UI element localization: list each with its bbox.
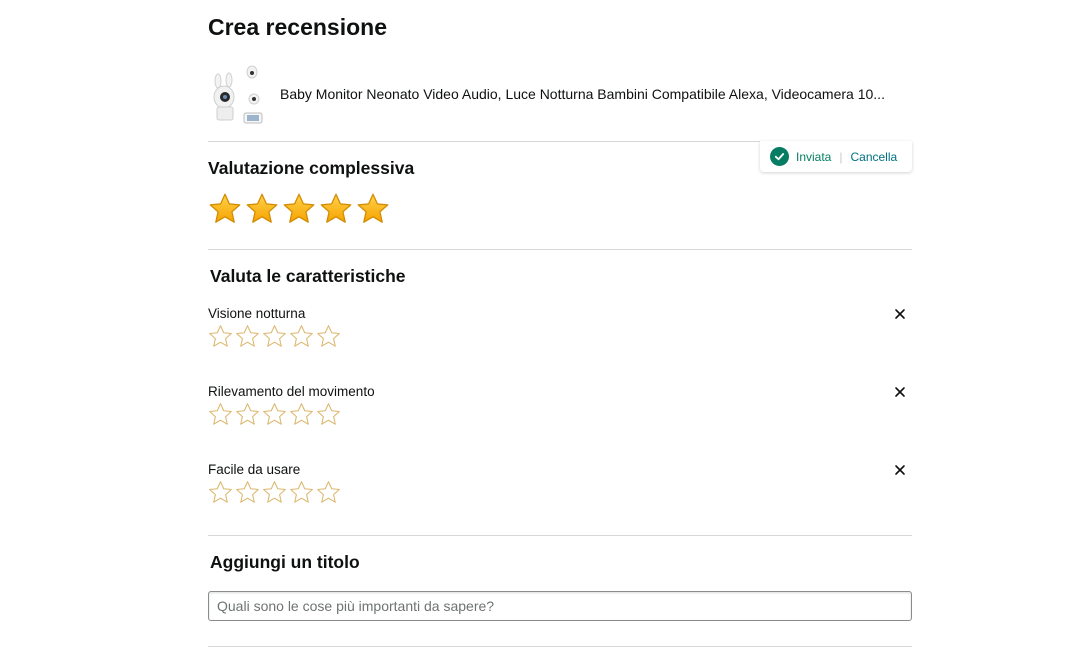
star-outline-icon[interactable] <box>262 480 287 505</box>
star-outline-icon[interactable] <box>262 402 287 427</box>
star-outline-icon[interactable] <box>262 324 287 349</box>
product-name[interactable]: Baby Monitor Neonato Video Audio, Luce N… <box>280 86 902 102</box>
star-outline-icon[interactable] <box>235 402 260 427</box>
review-page: Crea recensione Baby Monitor Neonato Vid… <box>0 0 1066 656</box>
feature-label: Rilevamento del movimento <box>208 384 375 399</box>
star-outline-icon[interactable] <box>208 480 233 505</box>
star-outline-icon[interactable] <box>235 324 260 349</box>
page-title: Crea recensione <box>208 14 387 40</box>
star-outline-icon[interactable] <box>235 480 260 505</box>
star-icon[interactable] <box>245 192 279 226</box>
status-sent-label: Inviata <box>796 149 832 164</box>
overall-star-rating <box>208 192 390 226</box>
feature-star-rating <box>208 324 341 349</box>
feature-label: Facile da usare <box>208 462 301 477</box>
star-outline-icon[interactable] <box>316 324 341 349</box>
feature-star-rating <box>208 480 341 505</box>
star-icon[interactable] <box>208 192 242 226</box>
feature-label: Visione notturna <box>208 306 306 321</box>
divider <box>208 249 912 250</box>
star-outline-icon[interactable] <box>316 480 341 505</box>
review-title-input[interactable] <box>208 591 912 621</box>
features-title: Valuta le caratteristiche <box>210 266 406 286</box>
close-icon[interactable] <box>894 307 906 319</box>
close-icon[interactable] <box>894 385 906 397</box>
product-summary: Baby Monitor Neonato Video Audio, Luce N… <box>208 62 912 126</box>
star-outline-icon[interactable] <box>316 402 341 427</box>
cancel-rating-link[interactable]: Cancella <box>850 150 897 164</box>
divider <box>208 646 912 647</box>
status-separator: | <box>839 149 843 164</box>
feature-rating-motion-detection: Rilevamento del movimento <box>208 384 912 425</box>
overall-rating-title: Valutazione complessiva <box>208 158 415 178</box>
star-icon[interactable] <box>356 192 390 226</box>
star-outline-icon[interactable] <box>208 402 233 427</box>
divider <box>208 535 912 536</box>
feature-star-rating <box>208 402 341 427</box>
star-icon[interactable] <box>319 192 353 226</box>
product-image <box>208 62 268 126</box>
star-outline-icon[interactable] <box>208 324 233 349</box>
star-outline-icon[interactable] <box>289 480 314 505</box>
star-icon[interactable] <box>282 192 316 226</box>
checkmark-circle-icon <box>770 147 789 166</box>
close-icon[interactable] <box>894 463 906 475</box>
star-outline-icon[interactable] <box>289 402 314 427</box>
star-outline-icon[interactable] <box>289 324 314 349</box>
headline-title: Aggiungi un titolo <box>210 552 360 572</box>
overall-rating-status: Inviata | Cancella <box>760 141 912 172</box>
feature-rating-night-vision: Visione notturna <box>208 306 912 347</box>
feature-rating-ease-of-use: Facile da usare <box>208 462 912 503</box>
